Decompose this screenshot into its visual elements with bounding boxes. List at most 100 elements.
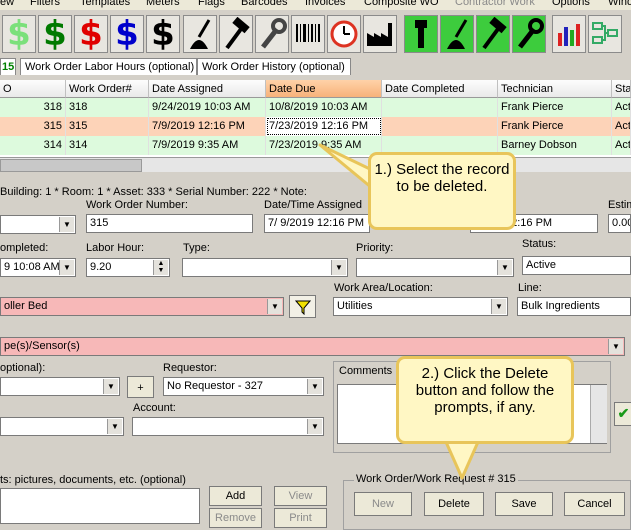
chart-button[interactable] <box>552 15 586 53</box>
cell-technician: Frank Pierce <box>498 117 612 136</box>
cell-work-order: 314 <box>66 136 149 155</box>
wrench-button[interactable] <box>255 15 289 53</box>
column-header-status[interactable]: Sta <box>612 80 631 98</box>
add-attachment-button[interactable]: Add <box>209 486 262 506</box>
date-completed-value: 9 10:08 AM <box>4 261 60 273</box>
filter-button[interactable] <box>289 295 316 318</box>
dollar-icon: $ <box>43 15 67 53</box>
work-order-group-title: Work Order/Work Request # 315 <box>354 473 518 485</box>
dollar-icon: $ <box>115 15 139 53</box>
chevron-down-icon: ▼ <box>59 260 74 275</box>
hammer-green-button[interactable] <box>476 15 510 53</box>
factory-button[interactable] <box>363 15 397 53</box>
dollar-light-green-button[interactable]: $ <box>2 15 36 53</box>
tab-history[interactable]: Work Order History (optional) <box>197 58 351 75</box>
date-completed-field[interactable]: 9 10:08 AM ▼ <box>0 258 76 277</box>
spinner-icon[interactable]: ▲ ▼ <box>153 260 168 275</box>
save-button[interactable]: Save <box>495 492 553 516</box>
column-header-technician[interactable]: Technician <box>498 80 612 98</box>
labor-hour-stepper[interactable]: 9.20 ▲ ▼ <box>86 258 170 277</box>
menu-composite-wo[interactable]: Composite WO <box>364 0 439 8</box>
comments-scrollbar[interactable] <box>590 385 607 443</box>
asset-dropdown[interactable]: oller Bed ▼ <box>0 297 284 316</box>
dollar-dark-green-button[interactable]: $ <box>38 15 72 53</box>
date-assigned-field[interactable]: 7/ 9/2019 12:16 PM <box>264 214 370 233</box>
cell-id: 318 <box>0 98 66 117</box>
task-dropdown[interactable]: pe(s)/Sensor(s) ▼ <box>0 337 625 356</box>
column-header-date-due[interactable]: Date Due <box>266 80 382 98</box>
requestor-dropdown[interactable]: No Requestor - 327 ▼ <box>163 377 324 396</box>
plunger-green-button[interactable] <box>440 15 474 53</box>
tab-labor-hours[interactable]: Work Order Labor Hours (optional) <box>20 58 197 75</box>
menu-invoices[interactable]: Invoices <box>305 0 345 8</box>
bolt-button[interactable] <box>404 15 438 53</box>
dollar-icon: $ <box>79 15 103 53</box>
clock-icon <box>330 20 358 48</box>
work-area-label: Work Area/Location: <box>334 282 433 294</box>
estimated-hours-field[interactable]: 0.00 <box>608 214 631 233</box>
dollar-icon: $ <box>7 15 31 53</box>
menu-barcodes[interactable]: Barcodes <box>241 0 287 8</box>
view-attachment-button: View <box>274 486 327 506</box>
account-dropdown[interactable]: ▼ <box>132 417 324 436</box>
secondary-dropdown[interactable]: ▼ <box>0 417 124 436</box>
hammer-button[interactable] <box>219 15 253 53</box>
task-value: pe(s)/Sensor(s) <box>4 340 80 352</box>
work-area-dropdown[interactable]: Utilities ▼ <box>333 297 508 316</box>
chevron-down-icon: ▼ <box>497 260 512 275</box>
location-dropdown[interactable]: ▼ <box>0 215 76 234</box>
work-order-number-field[interactable]: 315 <box>86 214 253 233</box>
cell-date-assigned: 7/9/2019 12:16 PM <box>149 117 266 136</box>
checkmark-icon[interactable]: ✔ <box>614 402 631 426</box>
attachments-list[interactable] <box>0 488 200 524</box>
scrollbar-thumb[interactable] <box>0 159 142 172</box>
record-info-line: Building: 1 * Room: 1 * Asset: 333 * Ser… <box>0 186 307 198</box>
delete-button[interactable]: Delete <box>424 492 484 516</box>
remove-attachment-button: Remove <box>209 508 262 528</box>
column-header-date-assigned[interactable]: Date Assigned <box>149 80 266 98</box>
horizontal-scrollbar[interactable] <box>0 157 631 172</box>
column-header-id[interactable]: O <box>0 80 66 98</box>
cell-date-due: 7/23/2019 12:16 PM <box>266 117 382 136</box>
estimated-hours-label: Estim <box>608 199 631 211</box>
column-header-date-completed[interactable]: Date Completed <box>382 80 498 98</box>
plunger-button[interactable] <box>183 15 217 53</box>
dollar-black-button[interactable]: $ <box>146 15 180 53</box>
print-attachment-button: Print <box>274 508 327 528</box>
menu-flags[interactable]: Flags <box>198 0 225 8</box>
menu-contractor-work: Contractor Work <box>455 0 535 8</box>
menu-filters[interactable]: Filters <box>30 0 60 8</box>
optional-label: optional): <box>0 362 46 374</box>
dollar-red-button[interactable]: $ <box>74 15 108 53</box>
priority-dropdown[interactable]: ▼ <box>356 258 514 277</box>
menu-templates[interactable]: Templates <box>80 0 130 8</box>
menu-options[interactable]: Options <box>552 0 590 8</box>
workflow-button[interactable] <box>588 15 622 53</box>
line-dropdown[interactable]: Bulk Ingredients <box>517 297 631 316</box>
table-row-selected[interactable]: 315 315 7/9/2019 12:16 PM 7/23/2019 12:1… <box>0 117 631 136</box>
bolt-icon <box>415 20 427 48</box>
status-field[interactable]: Active <box>522 256 631 275</box>
cell-date-completed <box>382 98 498 117</box>
chevron-down-icon: ▼ <box>608 339 623 354</box>
date-time-assigned-label: Date/Time Assigned <box>264 199 363 211</box>
menu-bar: ew Filters Templates Meters Flags Barcod… <box>0 0 631 10</box>
dollar-blue-button[interactable]: $ <box>110 15 144 53</box>
cancel-button[interactable]: Cancel <box>564 492 625 516</box>
menu-window[interactable]: Wind <box>608 0 631 8</box>
menu-meters[interactable]: Meters <box>146 0 180 8</box>
menu-view[interactable]: ew <box>0 0 14 8</box>
chevron-down-icon: ▼ <box>491 299 506 314</box>
clock-button[interactable] <box>327 15 361 53</box>
type-dropdown[interactable]: ▼ <box>182 258 348 277</box>
cell-date-due: 7/23/2019 9:35 AM <box>266 136 382 155</box>
column-header-work-order[interactable]: Work Order# <box>66 80 149 98</box>
wrench-green-button[interactable] <box>512 15 546 53</box>
add-requestor-button[interactable]: + <box>127 376 154 398</box>
table-row[interactable]: 314 314 7/9/2019 9:35 AM 7/23/2019 9:35 … <box>0 136 631 155</box>
tab-current[interactable]: 15 <box>0 58 16 75</box>
account-label: Account: <box>133 402 176 414</box>
table-row[interactable]: 318 318 9/24/2019 10:03 AM 10/8/2019 10:… <box>0 98 631 117</box>
barcode-button[interactable] <box>291 15 325 53</box>
optional-dropdown[interactable]: ▼ <box>0 377 120 396</box>
